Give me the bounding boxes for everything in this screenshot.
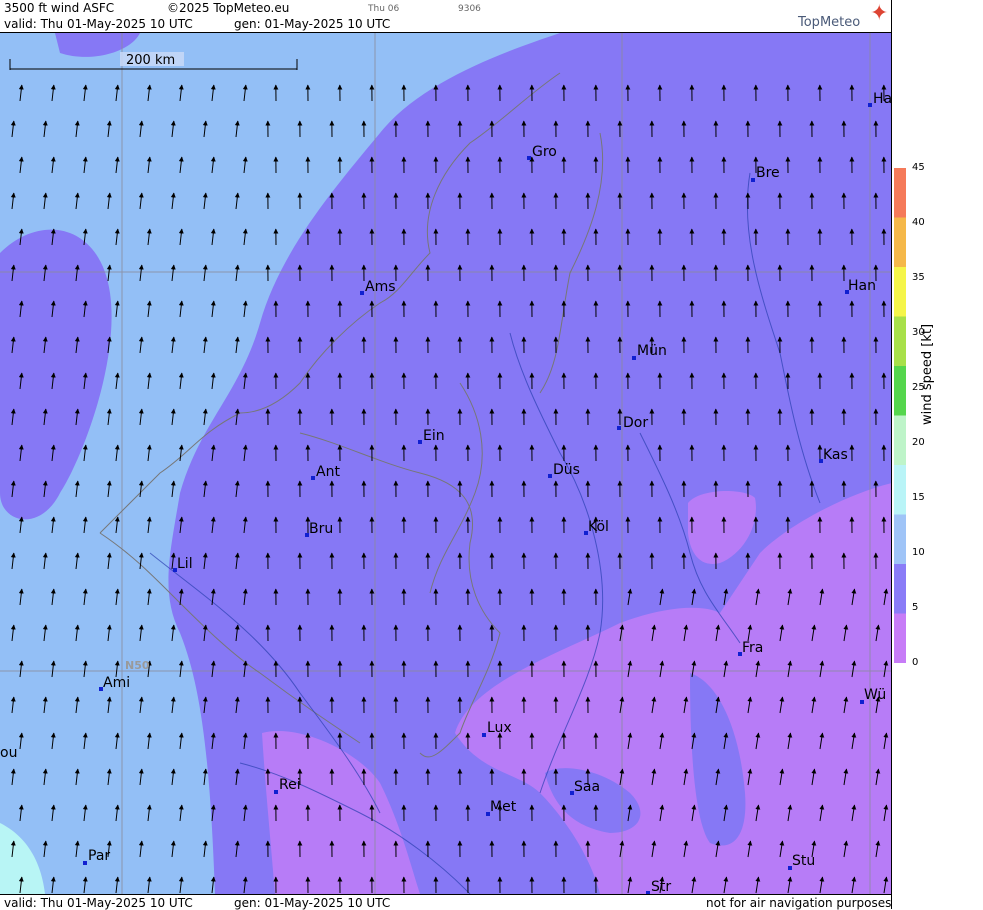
svg-text:Bre: Bre <box>756 165 780 181</box>
svg-text:Düs: Düs <box>553 462 580 478</box>
legend-color-bar <box>894 168 906 663</box>
svg-text:Saa: Saa <box>574 779 600 795</box>
svg-text:Ams: Ams <box>365 279 396 295</box>
copyright: ©2025 TopMeteo.eu <box>167 1 289 15</box>
header-row-1: 3500 ft wind ASFC ©2025 TopMeteo.eu Thu … <box>0 0 892 16</box>
topmeteo-logo[interactable]: TopMeteo ✦ <box>798 5 890 31</box>
svg-text:Lux: Lux <box>487 720 512 736</box>
legend-tick-label: 40 <box>912 217 925 228</box>
svg-text:Ein: Ein <box>423 428 445 444</box>
city-par[interactable]: Par <box>83 848 110 865</box>
footer: valid: Thu 01-May-2025 10 UTC gen: 01-Ma… <box>0 894 892 910</box>
svg-text:Ant: Ant <box>316 464 340 480</box>
city-kas[interactable]: Kas <box>819 447 848 463</box>
city-bru[interactable]: Bru <box>305 521 333 537</box>
panel-divider <box>891 0 892 909</box>
svg-text:Lil: Lil <box>177 556 193 572</box>
legend-tick-label: 5 <box>912 602 918 613</box>
svg-text:ou: ou <box>0 745 17 761</box>
city-lux[interactable]: Lux <box>482 720 512 737</box>
svg-text:Rei: Rei <box>279 777 301 793</box>
city-stu[interactable]: Stu <box>788 853 815 870</box>
city-dus[interactable]: Düs <box>548 462 580 478</box>
gen-time: gen: 01-May-2025 10 UTC <box>234 17 390 31</box>
city-kol[interactable]: Köl <box>584 519 609 535</box>
legend-tick-label: 10 <box>912 547 925 558</box>
city-bre[interactable]: Bre <box>751 165 780 182</box>
city-fra[interactable]: Fra <box>738 640 763 656</box>
legend-tick-label: 45 <box>912 162 925 173</box>
svg-text:Fra: Fra <box>742 640 763 656</box>
city-ami[interactable]: Ami <box>99 675 130 691</box>
city-han[interactable]: Han <box>845 278 876 294</box>
svg-text:Par: Par <box>88 848 110 864</box>
logo-text: TopMeteo <box>798 15 860 30</box>
city-met[interactable]: Met <box>486 799 517 816</box>
map-canvas: 200 km Ha Gro Bre Ams Han Mün Ein Dor Ka… <box>0 33 892 894</box>
svg-text:Str: Str <box>651 879 671 894</box>
svg-text:Mün: Mün <box>637 343 667 359</box>
product-title: 3500 ft wind ASFC <box>4 1 114 15</box>
scale-bar-label: 200 km <box>126 53 175 68</box>
legend-title: wind speed [kt] <box>920 324 935 425</box>
city-gro[interactable]: Gro <box>527 144 557 160</box>
valid-time: valid: Thu 01-May-2025 10 UTC <box>4 17 193 31</box>
svg-text:Wü: Wü <box>864 687 886 703</box>
svg-text:Kas: Kas <box>823 447 848 463</box>
city-ams[interactable]: Ams <box>360 279 396 295</box>
svg-text:Han: Han <box>848 278 876 294</box>
legend-tick-label: 35 <box>912 272 925 283</box>
code-tag: 9306 <box>458 4 481 14</box>
svg-text:Met: Met <box>490 799 517 815</box>
legend-tick-label: 15 <box>912 492 925 503</box>
legend-tick-label: 0 <box>912 657 918 668</box>
svg-text:Dor: Dor <box>623 415 648 431</box>
legend-tick-label: 20 <box>912 437 925 448</box>
wind-map[interactable]: 200 km Ha Gro Bre Ams Han Mün Ein Dor Ka… <box>0 33 892 894</box>
city-ou[interactable]: ou <box>0 745 17 761</box>
city-saa[interactable]: Saa <box>570 779 600 795</box>
compass-star-icon: ✦ <box>870 3 888 25</box>
svg-text:Ami: Ami <box>103 675 130 691</box>
city-mun[interactable]: Mün <box>632 343 667 360</box>
city-wu[interactable]: Wü <box>860 687 886 704</box>
header-row-2: valid: Thu 01-May-2025 10 UTC gen: 01-Ma… <box>0 16 892 33</box>
svg-text:Ha: Ha <box>873 91 892 107</box>
day-tag: Thu 06 <box>368 4 399 14</box>
footer-valid: valid: Thu 01-May-2025 10 UTC <box>4 896 193 910</box>
svg-text:Köl: Köl <box>588 519 609 535</box>
svg-text:Gro: Gro <box>532 144 557 160</box>
grid-label-n50: N50 <box>125 659 150 672</box>
svg-text:Stu: Stu <box>792 853 815 869</box>
svg-text:N50: N50 <box>125 659 150 672</box>
footer-gen: gen: 01-May-2025 10 UTC <box>234 896 390 910</box>
footer-note: not for air navigation purposes <box>706 896 891 910</box>
svg-text:Bru: Bru <box>309 521 333 537</box>
city-ant[interactable]: Ant <box>311 464 340 480</box>
